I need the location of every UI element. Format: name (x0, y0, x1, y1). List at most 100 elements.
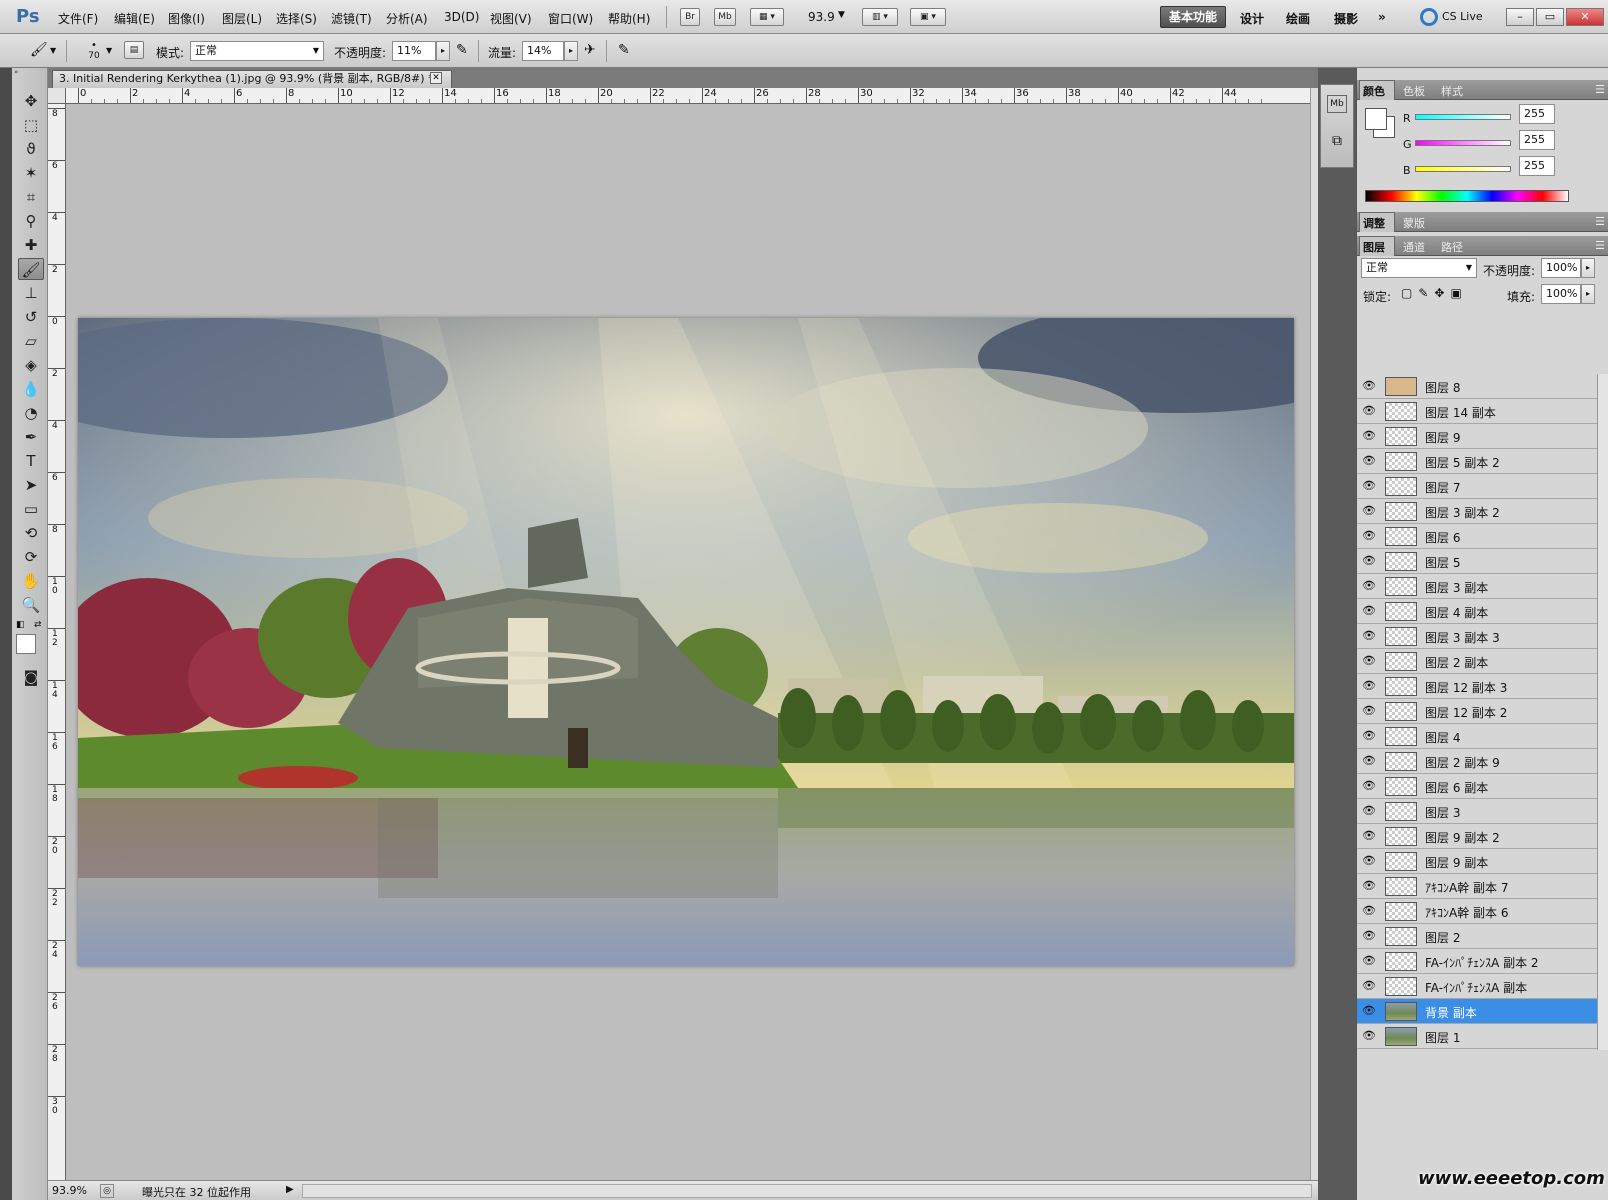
eye-icon[interactable]: 👁 (1361, 853, 1377, 869)
eye-icon[interactable]: 👁 (1361, 753, 1377, 769)
swap-colors-icon[interactable]: ⇄ (34, 620, 42, 630)
flow-input[interactable]: 14% (522, 41, 564, 61)
paint-bucket-tool-icon[interactable]: ◈ (18, 354, 44, 376)
layer-row[interactable]: 👁 图层 4 (1357, 724, 1597, 749)
flow-slider-toggle-icon[interactable]: ▸ (564, 41, 578, 61)
opacity-slider-toggle-icon[interactable]: ▸ (436, 41, 450, 61)
menu-filter[interactable]: 滤镜(T) (331, 10, 372, 27)
layer-row[interactable]: 👁 ｱｷｺﾝA幹 副本 7 (1357, 874, 1597, 899)
status-info-icon[interactable]: ◎ (100, 1184, 114, 1198)
layer-row[interactable]: 👁 图层 6 (1357, 524, 1597, 549)
layer-row[interactable]: 👁 图层 5 副本 2 (1357, 449, 1597, 474)
eye-icon[interactable]: 👁 (1361, 628, 1377, 644)
path-selection-tool-icon[interactable]: ➤ (18, 474, 44, 496)
panel-menu-icon[interactable]: ☰ (1595, 83, 1605, 96)
menu-help[interactable]: 帮助(H) (608, 10, 650, 27)
layer-opacity-input[interactable]: 100% (1541, 258, 1581, 278)
color-fg-swatch[interactable] (1365, 108, 1387, 130)
quick-mask-icon[interactable]: ◙ (18, 666, 44, 688)
move-tool-icon[interactable]: ✥ (18, 90, 44, 112)
mini-bridge-button[interactable]: Mb (714, 8, 736, 26)
layer-opacity-slider-icon[interactable]: ▸ (1581, 258, 1595, 278)
layer-row[interactable]: 👁 图层 2 副本 (1357, 649, 1597, 674)
layer-row[interactable]: 👁 图层 12 副本 3 (1357, 674, 1597, 699)
fill-slider-icon[interactable]: ▸ (1581, 284, 1595, 304)
bridge-button[interactable]: Br (680, 8, 700, 26)
brush-tool-icon[interactable]: 🖌 (18, 258, 44, 280)
color-ramp[interactable] (1365, 190, 1569, 202)
zoom-level[interactable]: 93.9 (808, 10, 835, 24)
layer-row[interactable]: 👁 图层 12 副本 2 (1357, 699, 1597, 724)
eye-icon[interactable]: 👁 (1361, 703, 1377, 719)
eye-icon[interactable]: 👁 (1361, 1003, 1377, 1019)
3d-rotate-tool-icon[interactable]: ⟲ (18, 522, 44, 544)
eye-icon[interactable]: 👁 (1361, 453, 1377, 469)
layer-row[interactable]: 👁 图层 2 (1357, 924, 1597, 949)
eye-icon[interactable]: 👁 (1361, 403, 1377, 419)
tab-layers[interactable]: 图层 (1363, 239, 1385, 255)
menu-view[interactable]: 视图(V) (490, 10, 532, 27)
tab-paths[interactable]: 路径 (1441, 239, 1463, 255)
menu-window[interactable]: 窗口(W) (548, 10, 593, 27)
brush-size-dropdown-icon[interactable]: ▼ (106, 46, 112, 55)
eye-icon[interactable]: 👁 (1361, 778, 1377, 794)
b-input[interactable]: 255 (1519, 156, 1555, 176)
layer-row[interactable]: 👁 图层 3 副本 2 (1357, 499, 1597, 524)
layer-row[interactable]: 👁 图层 9 (1357, 424, 1597, 449)
document-image[interactable] (78, 318, 1294, 966)
tab-channels[interactable]: 通道 (1403, 239, 1425, 255)
eraser-tool-icon[interactable]: ▱ (18, 330, 44, 352)
3d-orbit-tool-icon[interactable]: ⟳ (18, 546, 44, 568)
eye-icon[interactable]: 👁 (1361, 903, 1377, 919)
layer-row[interactable]: 👁 图层 14 副本 (1357, 399, 1597, 424)
layer-row[interactable]: 👁 图层 2 副本 9 (1357, 749, 1597, 774)
maximize-button[interactable]: ▭ (1536, 8, 1564, 26)
panel-menu-icon[interactable]: ☰ (1595, 239, 1605, 252)
type-tool-icon[interactable]: T (18, 450, 44, 472)
r-input[interactable]: 255 (1519, 104, 1555, 124)
menu-file[interactable]: 文件(F) (58, 10, 98, 27)
r-slider[interactable] (1415, 114, 1511, 120)
close-button[interactable]: ✕ (1566, 8, 1604, 26)
pen-tool-icon[interactable]: ✒ (18, 426, 44, 448)
eye-icon[interactable]: 👁 (1361, 553, 1377, 569)
layers-scrollbar[interactable] (1597, 374, 1608, 1050)
workspace-essentials[interactable]: 基本功能 (1160, 6, 1226, 28)
healing-brush-tool-icon[interactable]: ✚ (18, 234, 44, 256)
tablet-opacity-pressure-icon[interactable]: ✎ (456, 42, 468, 58)
eye-icon[interactable]: 👁 (1361, 603, 1377, 619)
workspace-design[interactable]: 设计 (1240, 10, 1264, 27)
eye-icon[interactable]: 👁 (1361, 978, 1377, 994)
crop-tool-icon[interactable]: ⌗ (18, 186, 44, 208)
status-zoom[interactable]: 93.9% (52, 1184, 87, 1197)
tab-swatches[interactable]: 色板 (1403, 83, 1425, 99)
eye-icon[interactable]: 👁 (1361, 953, 1377, 969)
eye-icon[interactable]: 👁 (1361, 503, 1377, 519)
status-menu-arrow-icon[interactable]: ▶ (286, 1184, 294, 1195)
eye-icon[interactable]: 👁 (1361, 928, 1377, 944)
eye-icon[interactable]: 👁 (1361, 578, 1377, 594)
mode-select[interactable]: 正常 ▼ (190, 41, 324, 61)
layer-row[interactable]: 👁 图层 8 (1357, 374, 1597, 399)
menu-layer[interactable]: 图层(L) (222, 10, 262, 27)
tablet-size-pressure-icon[interactable]: ✎ (618, 42, 630, 58)
eye-icon[interactable]: 👁 (1361, 428, 1377, 444)
layer-row[interactable]: 👁 图层 9 副本 2 (1357, 824, 1597, 849)
layer-row[interactable]: 👁 图层 3 (1357, 799, 1597, 824)
layer-row[interactable]: 👁 图层 4 副本 (1357, 599, 1597, 624)
horizontal-scrollbar[interactable] (302, 1184, 1312, 1198)
menu-analysis[interactable]: 分析(A) (386, 10, 428, 27)
brush-panel-toggle-icon[interactable]: ▤ (124, 41, 144, 59)
blur-tool-icon[interactable]: 💧 (18, 378, 44, 400)
layer-row[interactable]: 👁 图层 1 (1357, 1024, 1597, 1049)
cs-live-menu[interactable]: CS Live (1442, 10, 1483, 23)
mini-bridge-panel-icon[interactable]: Mb (1327, 95, 1347, 113)
g-input[interactable]: 255 (1519, 130, 1555, 150)
horizontal-ruler[interactable]: 0 2 4 6 8 10 12 14 16 18 20 22 24 26 28 30 32 34 36 38 40 42 4… (66, 88, 1310, 104)
preset-dropdown-icon[interactable]: ▼ (50, 46, 56, 55)
clone-stamp-tool-icon[interactable]: ⊥ (18, 282, 44, 304)
layer-row[interactable]: 👁 图层 6 副本 (1357, 774, 1597, 799)
lasso-tool-icon[interactable]: ϑ (18, 138, 44, 160)
tab-masks[interactable]: 蒙版 (1403, 215, 1425, 231)
layer-row[interactable]: 👁 图层 3 副本 (1357, 574, 1597, 599)
